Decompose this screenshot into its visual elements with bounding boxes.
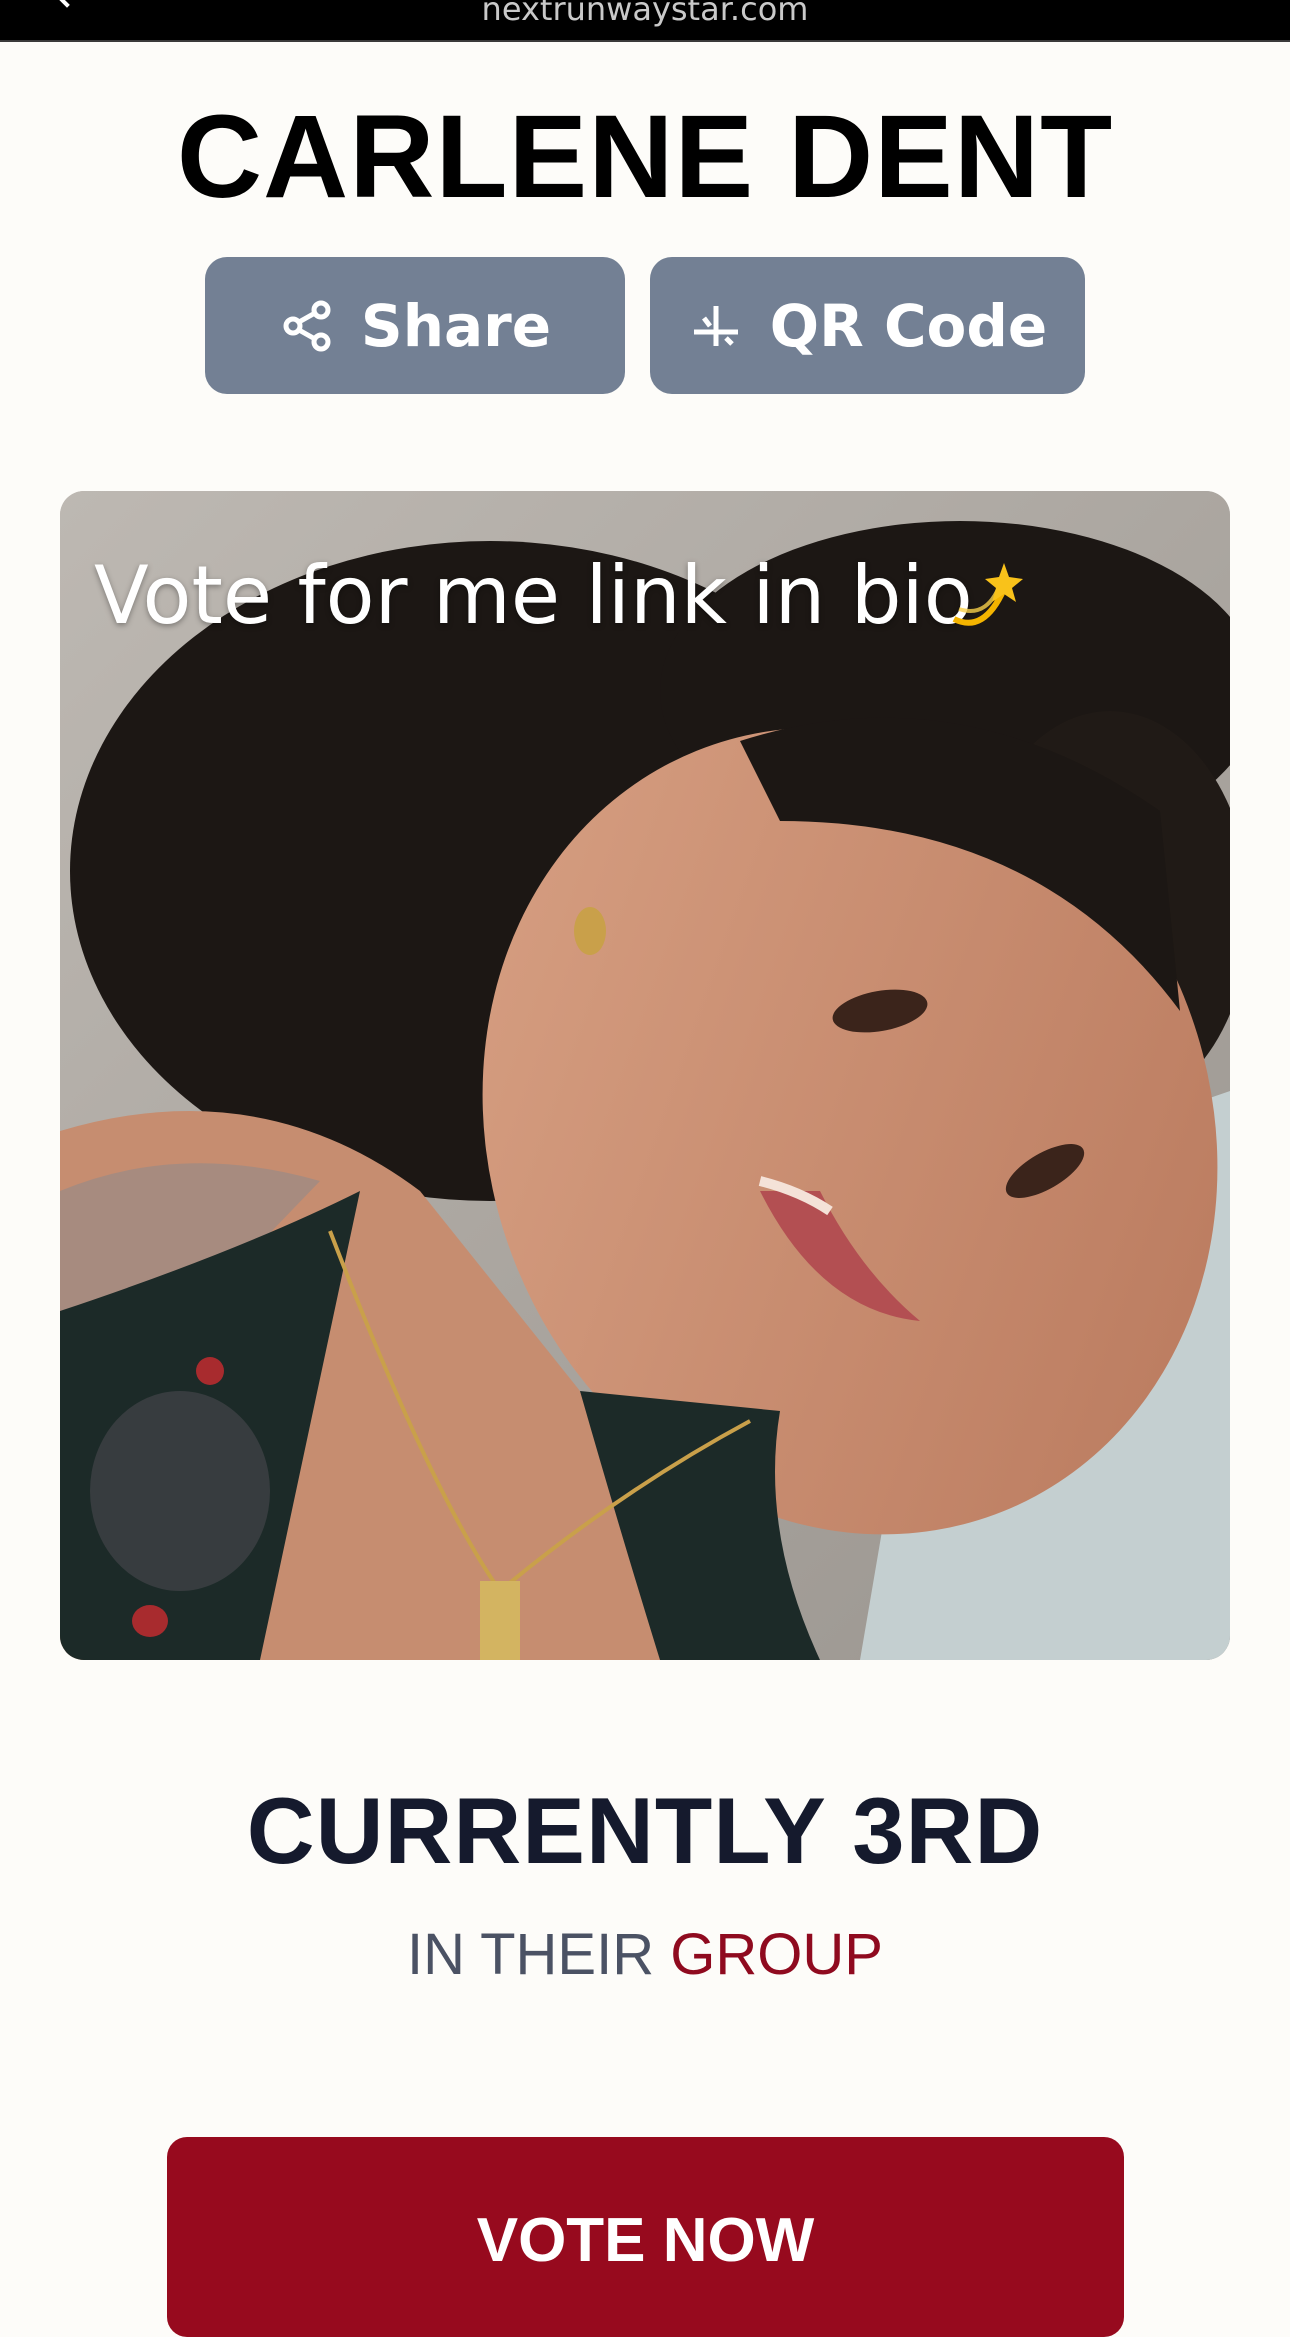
photo-caption: Vote for me link in bio (94, 549, 973, 642)
qr-code-button[interactable]: QR Code (650, 257, 1085, 394)
contestant-name: CARLENE DENT (176, 91, 1114, 223)
dizzy-emoji-icon (934, 549, 1024, 639)
share-label: Share (360, 291, 552, 360)
qr-code-icon (688, 298, 744, 354)
rank-subtitle-prefix: IN THEIR (407, 1922, 655, 1987)
vote-now-button[interactable]: VOTE NOW (167, 2137, 1124, 2337)
browser-url-bar[interactable]: nextrunwaystar.com (0, 0, 1290, 42)
contestant-photo: Vote for me link in bio (60, 491, 1230, 1660)
photo-illustration (60, 491, 1230, 1660)
rank-subtitle-accent: GROUP (670, 1922, 883, 1987)
rank-subtitle: IN THEIR GROUP (0, 1921, 1290, 1988)
rank-heading: CURRENTLY 3RD (246, 1778, 1044, 1883)
url-text[interactable]: nextrunwaystar.com (0, 0, 1290, 28)
qr-code-label: QR Code (769, 291, 1048, 360)
share-icon (279, 298, 335, 354)
share-button[interactable]: Share (205, 257, 625, 394)
